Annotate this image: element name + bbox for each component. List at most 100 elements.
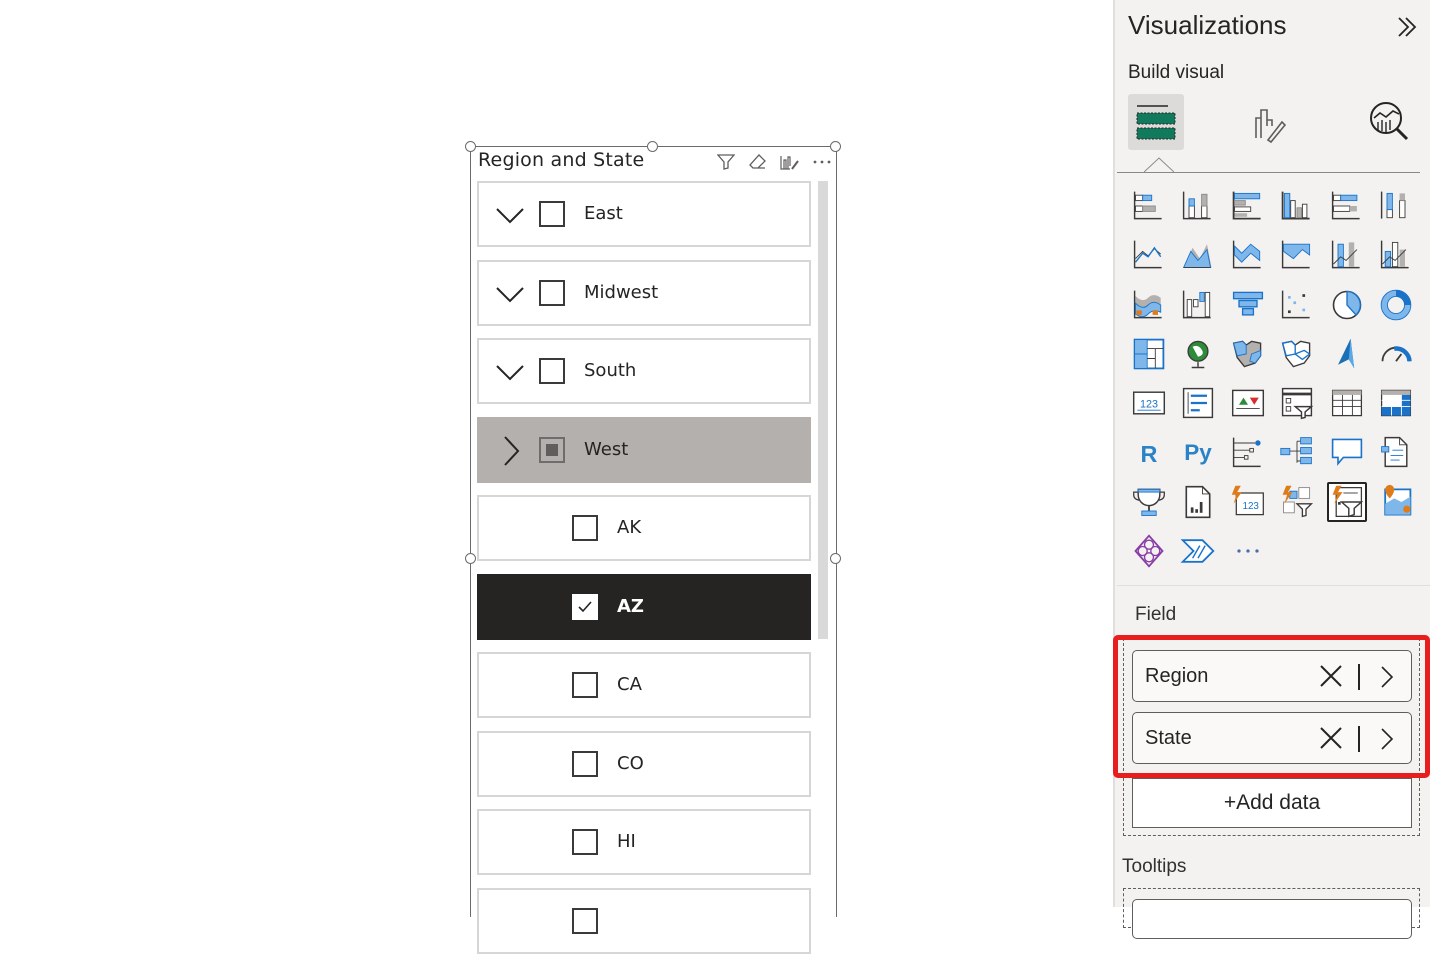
slicer-scrollbar[interactable] bbox=[818, 181, 828, 639]
resize-handle[interactable] bbox=[830, 141, 841, 152]
visual-clustered-bar-chart-button[interactable] bbox=[1228, 186, 1268, 226]
resize-handle[interactable] bbox=[830, 553, 841, 564]
checkbox[interactable] bbox=[572, 829, 598, 855]
visual-funnel-chart-button[interactable] bbox=[1228, 285, 1268, 325]
checkbox[interactable] bbox=[572, 515, 598, 541]
visual-ribbon-chart-button[interactable] bbox=[1129, 285, 1169, 325]
visual-button-slicer-button[interactable] bbox=[1326, 481, 1367, 522]
visual-more-visuals-button[interactable] bbox=[1228, 531, 1268, 571]
visual-treemap-button[interactable] bbox=[1129, 334, 1169, 374]
add-data-button[interactable]: +Add data bbox=[1132, 778, 1412, 828]
slicer-item-co[interactable]: CO bbox=[477, 730, 811, 797]
visual-line-clustered-column-chart-button[interactable] bbox=[1376, 235, 1416, 275]
checkbox[interactable] bbox=[572, 907, 598, 934]
visual-table-button[interactable] bbox=[1327, 383, 1367, 423]
visual-100-stacked-bar-chart-button[interactable] bbox=[1327, 186, 1367, 226]
slicer-item-south[interactable]: South bbox=[477, 338, 811, 404]
multi-row-card-icon bbox=[1183, 388, 1214, 419]
visual-waterfall-chart-button[interactable] bbox=[1178, 285, 1218, 325]
chevron-right-icon[interactable] bbox=[1380, 727, 1394, 751]
slicer-item-ca[interactable]: CA bbox=[477, 652, 811, 718]
power-apps-icon bbox=[1134, 534, 1164, 568]
visual-type-gallery: 123 R Py 123 bbox=[1129, 186, 1423, 580]
visual-line-chart-button[interactable] bbox=[1129, 235, 1169, 275]
visual-gauge-button[interactable] bbox=[1376, 334, 1416, 374]
visual-azure-map-button[interactable] bbox=[1327, 334, 1367, 374]
100-stacked-area-chart-icon bbox=[1282, 240, 1311, 269]
visual-pie-chart-button[interactable] bbox=[1327, 285, 1367, 325]
metrics-icon bbox=[1133, 488, 1165, 516]
checkbox[interactable] bbox=[572, 750, 598, 777]
field-pill-state[interactable]: State bbox=[1132, 712, 1412, 764]
chevron-right-icon[interactable] bbox=[501, 435, 521, 467]
remove-field-icon[interactable] bbox=[1319, 664, 1343, 688]
slicer-item-east[interactable]: East bbox=[477, 181, 811, 247]
visual-qa-visual-button[interactable] bbox=[1327, 432, 1367, 472]
visual-python-visual-button[interactable]: Py bbox=[1178, 432, 1218, 472]
fields-tab[interactable] bbox=[1128, 94, 1184, 150]
visual-filled-map-button[interactable] bbox=[1228, 334, 1268, 374]
resize-handle[interactable] bbox=[647, 141, 658, 152]
slicer-item-label: AK bbox=[617, 517, 642, 538]
slicer-item-midwest[interactable]: Midwest bbox=[477, 259, 811, 326]
slicer-item-ak[interactable]: AK bbox=[477, 495, 811, 561]
checkbox-checked[interactable] bbox=[572, 593, 598, 620]
slicer-item-partial[interactable] bbox=[477, 887, 811, 954]
visual-clustered-column-chart-button[interactable] bbox=[1277, 186, 1317, 226]
visual-line-stacked-column-chart-button[interactable] bbox=[1327, 235, 1367, 275]
visual-key-influencers-button[interactable] bbox=[1228, 432, 1268, 472]
checkbox[interactable] bbox=[572, 672, 598, 698]
visual-slicer-new-button[interactable] bbox=[1277, 482, 1317, 522]
chevron-right-icon[interactable] bbox=[1380, 665, 1394, 689]
filter-icon[interactable] bbox=[716, 153, 736, 171]
chevron-down-icon[interactable] bbox=[495, 205, 525, 225]
checkbox-partial[interactable] bbox=[539, 436, 565, 463]
chevron-down-icon[interactable] bbox=[495, 362, 525, 382]
visual-stacked-area-chart-button[interactable] bbox=[1228, 235, 1268, 275]
format-tab[interactable] bbox=[1244, 94, 1300, 150]
visual-r-script-visual-button[interactable]: R bbox=[1129, 432, 1169, 472]
visual-slicer-button[interactable] bbox=[1277, 383, 1317, 423]
checkbox[interactable] bbox=[539, 201, 565, 227]
visual-matrix-button[interactable] bbox=[1376, 383, 1416, 423]
slicer-item-az[interactable]: AZ bbox=[477, 573, 811, 640]
visual-arcgis-map-button[interactable] bbox=[1376, 482, 1416, 522]
visual-100-stacked-area-chart-button[interactable] bbox=[1277, 235, 1317, 275]
visual-card-button[interactable]: 123 bbox=[1129, 383, 1169, 423]
visual-100-stacked-column-chart-button[interactable] bbox=[1376, 186, 1416, 226]
visual-smart-narrative-button[interactable] bbox=[1376, 432, 1416, 472]
format-visual-icon[interactable] bbox=[780, 153, 800, 171]
visual-multi-row-card-button[interactable] bbox=[1178, 383, 1218, 423]
visual-card-new-button[interactable]: 123 bbox=[1228, 482, 1268, 522]
slicer-visual[interactable]: Region and State East Midwest South West… bbox=[470, 146, 837, 954]
visual-scatter-chart-button[interactable] bbox=[1277, 285, 1317, 325]
visual-shape-map-button[interactable] bbox=[1277, 334, 1317, 374]
more-options-icon[interactable] bbox=[812, 153, 832, 171]
svg-text:Py: Py bbox=[1185, 441, 1213, 466]
eraser-icon[interactable] bbox=[748, 153, 768, 171]
visual-paginated-report-button[interactable] bbox=[1178, 482, 1218, 522]
visual-power-apps-button[interactable] bbox=[1129, 531, 1169, 571]
field-pill-region[interactable]: Region bbox=[1132, 650, 1412, 702]
tooltips-add-data-button[interactable] bbox=[1132, 899, 1412, 939]
analytics-tab[interactable] bbox=[1362, 94, 1418, 150]
visual-map-button[interactable] bbox=[1178, 334, 1218, 374]
visual-stacked-column-chart-button[interactable] bbox=[1178, 186, 1218, 226]
visual-area-chart-button[interactable] bbox=[1178, 235, 1218, 275]
visual-decomposition-tree-button[interactable] bbox=[1277, 432, 1317, 472]
visual-stacked-bar-chart-button[interactable] bbox=[1129, 186, 1169, 226]
slicer-item-hi[interactable]: HI bbox=[477, 809, 811, 875]
visual-donut-chart-button[interactable] bbox=[1376, 285, 1416, 325]
field-wells-icon bbox=[1136, 105, 1176, 140]
resize-handle[interactable] bbox=[465, 141, 476, 152]
checkbox[interactable] bbox=[539, 358, 565, 384]
slicer-item-west[interactable]: West bbox=[477, 416, 811, 483]
visual-power-automate-button[interactable] bbox=[1178, 531, 1218, 571]
visual-metrics-button[interactable] bbox=[1129, 482, 1169, 522]
checkbox[interactable] bbox=[539, 279, 565, 306]
collapse-pane-button[interactable] bbox=[1394, 14, 1420, 40]
visual-kpi-button[interactable] bbox=[1228, 383, 1268, 423]
resize-handle[interactable] bbox=[465, 553, 476, 564]
remove-field-icon[interactable] bbox=[1319, 726, 1343, 750]
chevron-down-icon[interactable] bbox=[495, 284, 525, 304]
